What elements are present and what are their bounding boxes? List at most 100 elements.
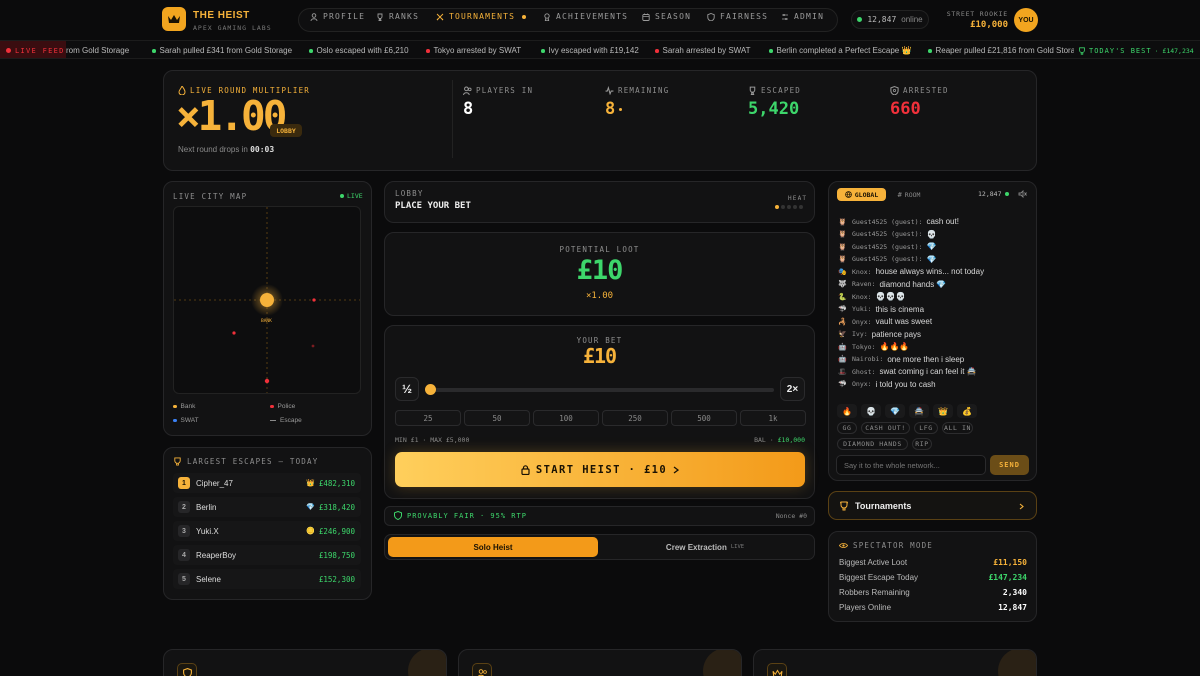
spectator-row-label: Players Online — [839, 603, 892, 612]
send-button[interactable]: SEND — [990, 455, 1029, 475]
chat-username[interactable]: Knox: — [852, 293, 872, 301]
table-row[interactable]: 1 Cipher_47 👑 £482,310 — [173, 473, 361, 493]
mute-icon[interactable] — [1018, 190, 1027, 198]
table-row[interactable]: 3 Yuki.X 🪙 £246,900 — [173, 521, 361, 541]
emoji-button[interactable]: 💎 — [885, 404, 905, 418]
card-decoration — [703, 650, 741, 676]
quick-reply-button[interactable]: CASH OUT! — [861, 422, 910, 434]
chat-message: 🦉 Guest4525 (guest): 💎 — [838, 242, 936, 251]
brand-logo[interactable] — [162, 7, 186, 31]
legend-label: Police — [277, 403, 296, 410]
chat-username[interactable]: Guest4525 (guest): — [852, 230, 922, 238]
bet-preset-button[interactable]: 25 — [395, 410, 461, 426]
chat-username[interactable]: Raven: — [852, 280, 875, 288]
double-bet-button[interactable]: 2× — [780, 377, 805, 401]
bet-balance-label: BAL · — [754, 436, 774, 444]
bet-preset-button[interactable]: 1k — [740, 410, 806, 426]
quick-reply-button[interactable]: ALL IN — [942, 422, 973, 434]
quick-reply-button[interactable]: DIAMOND HANDS — [837, 438, 908, 450]
nav-season[interactable]: SEASON — [642, 12, 691, 21]
spectator-row-label: Robbers Remaining — [839, 588, 910, 597]
escape-amount: £318,420 — [318, 502, 355, 512]
chat-input-field[interactable] — [837, 456, 985, 474]
live-dot-icon — [340, 194, 344, 198]
live-feed-ticker: rom Gold Storage Sarah pulled £341 from G… — [0, 40, 1200, 59]
heat-meter — [775, 205, 803, 209]
map-live-label: LIVE — [347, 192, 363, 200]
globe-icon — [844, 191, 852, 198]
chat-avatar: 🎭 — [838, 268, 847, 276]
hash-icon: # — [897, 190, 902, 199]
nav-achievements[interactable]: ACHIEVEMENTS — [543, 12, 628, 21]
nav-fairness[interactable]: FAIRNESS — [707, 12, 768, 21]
feed-dot-icon — [426, 49, 430, 53]
bet-preset-button[interactable]: 50 — [464, 410, 530, 426]
table-row[interactable]: 5 Selene £152,300 — [173, 569, 361, 589]
city-map[interactable]: BANK — [173, 206, 361, 394]
chat-username[interactable]: Guest4525 (guest): — [852, 255, 922, 263]
chat-username[interactable]: Tokyo: — [852, 343, 875, 351]
nav-profile[interactable]: PROFILE — [310, 12, 365, 21]
feed-text: rom Gold Storage — [66, 46, 130, 55]
chat-username[interactable]: Yuki: — [852, 305, 872, 313]
trophy-icon — [377, 13, 383, 21]
nav-tournaments[interactable]: TOURNAMENTS — [436, 12, 527, 21]
bet-slider[interactable] — [425, 384, 774, 395]
tournaments-button[interactable]: Tournaments — [828, 491, 1037, 520]
chat-avatar: 🦈 — [838, 381, 847, 388]
chat-input[interactable] — [836, 455, 986, 475]
quick-reply-button[interactable]: RIP — [912, 438, 932, 450]
spectator-row-label: Biggest Active Loot — [839, 558, 908, 567]
bet-preset-button[interactable]: 500 — [671, 410, 737, 426]
half-bet-button[interactable]: ½ — [395, 377, 419, 401]
bet-slider-thumb[interactable] — [425, 384, 436, 395]
chat-username[interactable]: Nairobi: — [852, 355, 883, 363]
chat-username[interactable]: Ghost: — [852, 368, 875, 376]
nav-admin[interactable]: ADMIN — [781, 12, 824, 21]
chat-message: 🦂 Onyx: vault was sweet — [838, 317, 932, 326]
table-row[interactable]: 2 Berlin 💎 £318,420 — [173, 497, 361, 517]
bet-preset-button[interactable]: 100 — [533, 410, 599, 426]
bet-preset-button[interactable]: 250 — [602, 410, 668, 426]
table-row[interactable]: 4 ReaperBoy £198,750 — [173, 545, 361, 565]
emoji-button[interactable]: 💀 — [861, 404, 881, 418]
chat-username[interactable]: Ivy: — [852, 330, 868, 338]
chat-text: 💎 — [926, 242, 937, 251]
legend-dot-icon — [173, 404, 177, 409]
chat-username[interactable]: Guest4525 (guest): — [852, 218, 922, 226]
quick-reply-button[interactable]: LFG — [914, 422, 938, 434]
emoji-button[interactable]: 🚔 — [909, 404, 929, 418]
start-heist-label: START HEIST · £10 — [535, 463, 668, 476]
chat-username[interactable]: Guest4525 (guest): — [852, 243, 922, 251]
brand-subtitle: APEX GAMING LABS — [193, 24, 272, 32]
heat-dot — [787, 205, 791, 209]
potential-loot-label: POTENTIAL LOOT — [559, 245, 640, 254]
avatar[interactable]: YOU — [1014, 8, 1038, 32]
spectator-title-text: SPECTATOR MODE — [853, 541, 934, 550]
multiplier-value: ×1.00 — [176, 92, 287, 140]
legend-bank: Bank — [173, 403, 195, 410]
solo-heist-tab[interactable]: Solo Heist — [388, 537, 598, 557]
chat-username[interactable]: Onyx: — [852, 380, 872, 388]
emoji-button[interactable]: 💰 — [957, 404, 977, 418]
bank-marker[interactable] — [260, 293, 274, 307]
shield-icon — [707, 12, 715, 21]
chat-username[interactable]: Knox: — [852, 268, 872, 276]
emoji-button[interactable]: 🔥 — [837, 404, 857, 418]
crew-extraction-tab[interactable]: Crew Extraction LIVE — [600, 537, 810, 557]
tab-global[interactable]: GLOBAL — [837, 188, 886, 201]
chat-messages[interactable]: 🦉 Guest4525 (guest): cash out! 🦉 Guest4525 (… — [829, 203, 1036, 391]
chat-username[interactable]: Onyx: — [852, 318, 872, 326]
nav-label: PROFILE — [323, 12, 366, 21]
nav-ranks[interactable]: RANKS — [376, 12, 419, 21]
emoji-button[interactable]: 👑 — [933, 404, 953, 418]
police-marker — [232, 331, 236, 335]
legend-swat: SWAT — [173, 417, 199, 424]
lobby-label: LOBBY — [395, 189, 424, 198]
start-heist-button[interactable]: START HEIST · £10 — [395, 452, 805, 487]
sliders-icon — [782, 13, 788, 20]
police-marker — [264, 378, 270, 384]
tab-room[interactable]: # ROOM — [891, 188, 927, 201]
quick-reply-button[interactable]: GG — [837, 422, 857, 434]
nav-label: ACHIEVEMENTS — [556, 12, 629, 21]
